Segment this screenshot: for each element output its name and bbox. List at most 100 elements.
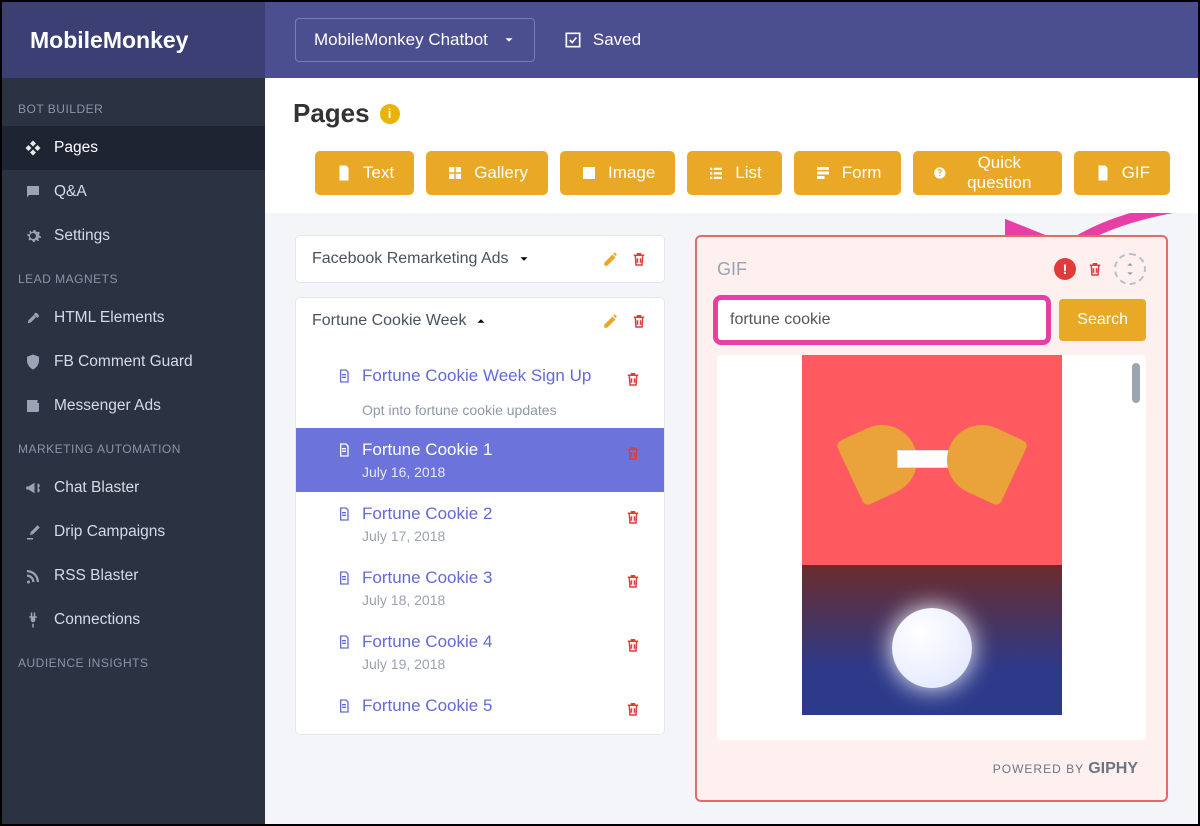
rocket-icon <box>24 309 42 327</box>
edit-group-button[interactable] <box>602 312 620 330</box>
chat-icon <box>24 183 42 201</box>
sidebar-item-label: RSS Blaster <box>54 567 138 585</box>
sidebar-item-html-elements[interactable]: HTML Elements <box>2 296 265 340</box>
page-group-header[interactable]: Fortune Cookie Week <box>296 298 664 344</box>
delete-page-button[interactable] <box>624 444 642 462</box>
page-row[interactable]: Fortune Cookie 2 July 17, 2018 <box>296 492 664 556</box>
info-icon[interactable]: i <box>380 104 400 124</box>
form-icon <box>814 164 832 182</box>
widget-gif-button[interactable]: GIF <box>1074 151 1170 195</box>
sidebar-item-label: Q&A <box>54 183 87 201</box>
page-group: Facebook Remarketing Ads <box>295 235 665 283</box>
chevron-up-icon <box>474 314 488 328</box>
gif-column: GIF ! Search <box>695 235 1168 802</box>
nav-section-label: BOT BUILDER <box>2 88 265 126</box>
delete-page-button[interactable] <box>624 700 642 718</box>
gif-search-input[interactable] <box>717 299 1047 341</box>
sidebar-item-label: Settings <box>54 227 110 245</box>
rss-icon <box>24 567 42 585</box>
page-group-header[interactable]: Facebook Remarketing Ads <box>296 236 664 282</box>
page-row[interactable]: Fortune Cookie 5 <box>296 684 664 728</box>
chevron-down-icon <box>502 33 516 47</box>
delete-page-button[interactable] <box>624 636 642 654</box>
page-row-title: Fortune Cookie Week Sign Up <box>362 366 591 386</box>
page-row-date: July 16, 2018 <box>362 464 634 480</box>
delete-group-button[interactable] <box>630 312 648 330</box>
delete-page-button[interactable] <box>624 572 642 590</box>
sidebar-item-messenger-ads[interactable]: Messenger Ads <box>2 384 265 428</box>
page-row[interactable]: Fortune Cookie 3July 18, 2018 <box>296 556 664 620</box>
sidebar-item-label: Drip Campaigns <box>54 523 165 541</box>
news-icon <box>24 397 42 415</box>
gif-results[interactable] <box>717 355 1146 740</box>
giphy-attribution: POWERED BY GIPHY <box>717 754 1146 784</box>
widget-toolbar: Text Gallery Image List FormQuick question GI… <box>265 139 1198 213</box>
page-row[interactable]: Fortune Cookie 4 July 19, 2018 <box>296 620 664 684</box>
sidebar-item-label: Messenger Ads <box>54 397 161 415</box>
widget-list-button[interactable]: List <box>687 151 781 195</box>
sidebar-item-pages[interactable]: Pages <box>2 126 265 170</box>
dropper-icon <box>24 523 42 541</box>
file-icon <box>335 164 353 182</box>
delete-group-button[interactable] <box>630 250 648 268</box>
edit-group-button[interactable] <box>602 250 620 268</box>
question-icon <box>933 164 947 182</box>
widget-text-button[interactable]: Text <box>315 151 414 195</box>
gif-result-item[interactable] <box>802 355 1062 565</box>
megaphone-icon <box>24 479 42 497</box>
widget-image-button[interactable]: Image <box>560 151 675 195</box>
page-icon <box>336 698 352 714</box>
gif-widget-panel: GIF ! Search <box>695 235 1168 802</box>
page-row[interactable]: Fortune Cookie Week Sign Up <box>296 354 664 398</box>
image-icon <box>580 164 598 182</box>
gif-widget-label: GIF <box>717 259 1044 280</box>
sidebar-item-label: FB Comment Guard <box>54 353 193 371</box>
sidebar-item-chat-blaster[interactable]: Chat Blaster <box>2 466 265 510</box>
page-icon <box>336 570 352 586</box>
sidebar-item-fb-comment-guard[interactable]: FB Comment Guard <box>2 340 265 384</box>
gear-icon <box>24 227 42 245</box>
drag-handle[interactable] <box>1114 253 1146 285</box>
gif-result-item[interactable] <box>802 565 1062 715</box>
delete-page-button[interactable] <box>624 370 642 388</box>
sidebar-item-connections[interactable]: Connections <box>2 598 265 642</box>
page-row-date: July 17, 2018 <box>362 528 634 544</box>
page-row-title: Fortune Cookie 3 <box>362 568 492 588</box>
page-row-subtext: Opt into fortune cookie updates <box>296 398 664 428</box>
page-icon <box>336 368 352 384</box>
sidebar-item-rss-blaster[interactable]: RSS Blaster <box>2 554 265 598</box>
sidebar-item-label: Chat Blaster <box>54 479 139 497</box>
list-icon <box>707 164 725 182</box>
sidebar-item-settings[interactable]: Settings <box>2 214 265 258</box>
delete-page-button[interactable] <box>624 508 642 526</box>
sidebar-item-label: Pages <box>54 139 98 157</box>
gif-search-button[interactable]: Search <box>1059 299 1146 341</box>
nav-section-label: LEAD MAGNETS <box>2 258 265 296</box>
brand-logo: MobileMonkey <box>2 2 265 78</box>
page-row-title: Fortune Cookie 4 <box>362 632 492 652</box>
page-icon <box>336 442 352 458</box>
widget-gallery-button[interactable]: Gallery <box>426 151 548 195</box>
page-row-date: July 19, 2018 <box>362 656 634 672</box>
bot-selector[interactable]: MobileMonkey Chatbot <box>295 18 535 62</box>
topbar: MobileMonkey Chatbot Saved <box>265 2 1198 78</box>
sidebar-item-label: Connections <box>54 611 140 629</box>
main-area: MobileMonkey Chatbot Saved Pages i TextG… <box>265 2 1198 824</box>
file-icon <box>1094 164 1112 182</box>
sidebar: MobileMonkey BOT BUILDER Pages Q&A Settings… <box>2 2 265 824</box>
widget-quick-question-button[interactable]: Quick question <box>913 151 1061 195</box>
shield-icon <box>24 353 42 371</box>
nav-section-label: AUDIENCE INSIGHTS <box>2 642 265 680</box>
nav-section-label: MARKETING AUTOMATION <box>2 428 265 466</box>
delete-widget-button[interactable] <box>1086 260 1104 278</box>
chevron-down-icon <box>517 252 531 266</box>
scrollbar-thumb[interactable] <box>1132 363 1140 403</box>
sidebar-item-drip-campaigns[interactable]: Drip Campaigns <box>2 510 265 554</box>
page-icon <box>336 506 352 522</box>
alert-icon[interactable]: ! <box>1054 258 1076 280</box>
sidebar-item-label: HTML Elements <box>54 309 165 327</box>
widget-form-button[interactable]: Form <box>794 151 902 195</box>
page-row-title: Fortune Cookie 2 <box>362 504 492 524</box>
sidebar-item-q-a[interactable]: Q&A <box>2 170 265 214</box>
page-row[interactable]: Fortune Cookie 1July 16, 2018 <box>296 428 664 492</box>
